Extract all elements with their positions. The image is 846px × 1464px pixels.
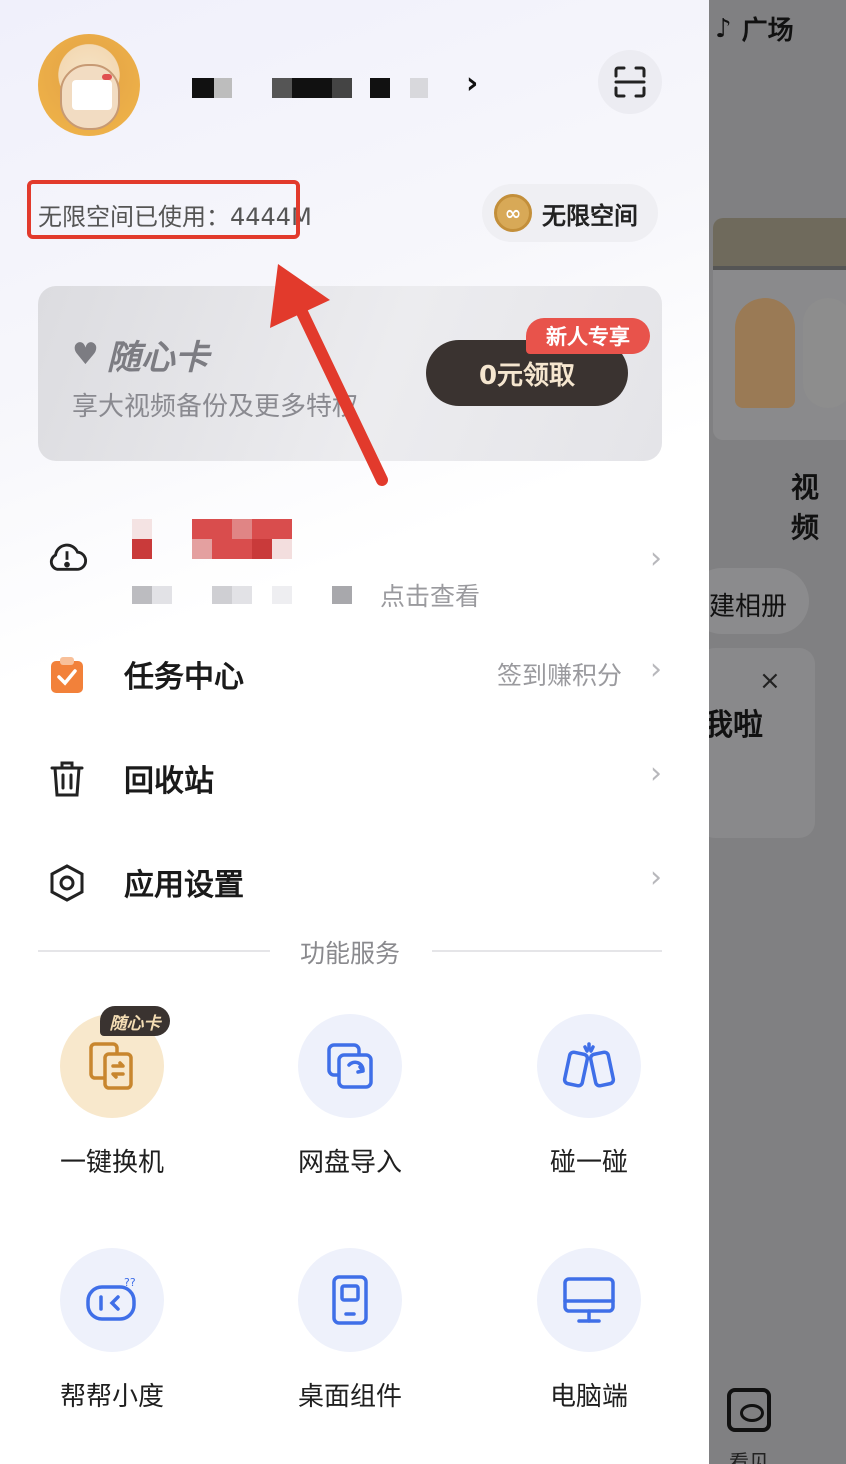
unlimited-space-label: 无限空间 [542,201,638,230]
scan-icon [614,66,646,98]
service-label: 电脑端 [549,1382,628,1412]
notice-subtitle: 点击查看 [132,577,480,613]
bg-create-album-pill: 建相册 [709,568,809,634]
annotation-arrow [270,264,388,486]
task-center-label: 任务中心 [124,660,244,695]
bg-close-icon: × [759,666,781,696]
view-details-link[interactable]: 点击查看 [380,577,480,613]
service-label: 帮帮小度 [59,1382,164,1412]
service-label: 碰一碰 [549,1148,628,1178]
service-assistant[interactable]: ?? 帮帮小度 [32,1248,192,1438]
unlimited-space-button[interactable]: ∞ 无限空间 [482,184,658,242]
monitor-icon [537,1248,641,1352]
eye-icon [727,1388,771,1432]
background-app: ♪ 广场 视频 建相册 × 我啦 看见 [709,0,846,1464]
bg-video-thumbnail [713,218,846,440]
notice-title-redacted [132,519,292,539]
svg-text:??: ?? [124,1276,136,1289]
cloud-notice-row[interactable]: 点击查看 › [38,515,662,611]
import-icon [298,1014,402,1118]
menu-item-recycle-bin[interactable]: 回收站 › [38,738,662,818]
service-cloud-import[interactable]: 网盘导入 [270,1014,430,1204]
menu-item-app-settings[interactable]: 应用设置 › [38,842,662,922]
chevron-right-icon: › [650,860,662,895]
suixinka-badge: 随心卡 [100,1006,170,1036]
service-label: 网盘导入 [297,1148,402,1178]
widget-icon [298,1248,402,1352]
chevron-right-icon: › [650,756,662,791]
cloud-alert-icon [46,535,88,577]
notice-title-redacted-2 [132,539,292,559]
scan-button[interactable] [598,50,662,114]
infinity-icon: ∞ [494,194,532,232]
service-tap-share[interactable]: 碰一碰 [509,1014,669,1204]
heart-icon: ♥ [72,337,99,372]
new-user-badge: 新人专享 [526,318,650,354]
recycle-bin-label: 回收站 [124,764,214,799]
bg-bottom-label: 看见 [729,1450,769,1464]
promo-card-title-text: 随心卡 [106,338,209,378]
username-redacted[interactable] [192,78,428,98]
bg-video-label: 视频 [791,471,820,544]
annotation-highlight-box [27,180,300,239]
bg-card-text: 我啦 [709,708,763,743]
promo-card-title: ♥ 随心卡 [72,330,209,379]
side-drawer: › 无限空间已使用：4444M ∞ 无限空间 ♥ 随心卡 享大视频备份及更多特权… [0,0,709,1464]
task-center-hint: 签到赚积分 [496,661,622,690]
service-label: 一键换机 [59,1148,164,1178]
avatar[interactable] [38,34,140,136]
app-settings-label: 应用设置 [124,868,244,903]
service-desktop-widget[interactable]: 桌面组件 [270,1248,430,1438]
chevron-right-icon: › [650,541,662,576]
service-label: 桌面组件 [297,1382,402,1412]
clipboard-check-icon [46,654,88,696]
bg-square-tab: ♪ 广场 [715,10,794,47]
phones-tap-icon [537,1014,641,1118]
menu-item-task-center[interactable]: 任务中心 签到赚积分 › [38,634,662,714]
service-phone-transfer[interactable]: 随心卡 一键换机 [32,1006,192,1204]
bg-square-label: 广场 [741,16,794,46]
service-pc-client[interactable]: 电脑端 [509,1248,669,1438]
services-section-title: 功能服务 [299,939,400,968]
services-divider: 功能服务 [38,930,662,970]
chevron-right-icon: › [650,652,662,687]
profile-chevron-icon[interactable]: › [466,66,478,101]
settings-hexagon-icon [46,862,88,904]
bg-square-icon: ♪ [715,13,732,44]
assistant-icon: ?? [60,1248,164,1352]
trash-icon [46,758,88,800]
